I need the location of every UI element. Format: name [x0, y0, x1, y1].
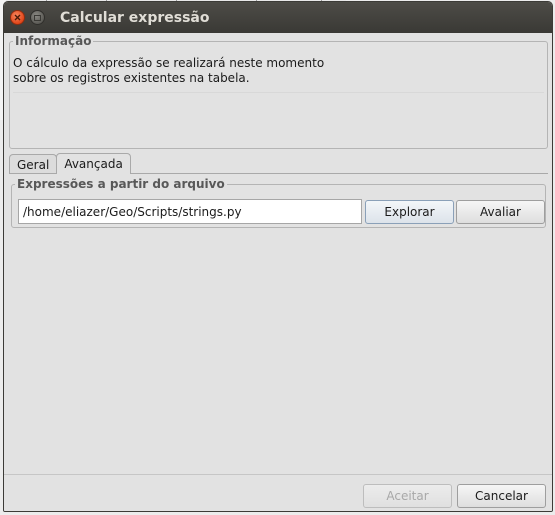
cancel-button[interactable]: Cancelar	[457, 484, 546, 508]
info-legend: Informação	[13, 34, 94, 48]
script-path-input[interactable]	[18, 199, 362, 224]
title-bar[interactable]: Calcular expressão	[4, 2, 552, 33]
footer-separator	[4, 474, 552, 475]
tab-avancada[interactable]: Avançada	[56, 153, 131, 174]
accept-button[interactable]: Aceitar	[363, 484, 452, 508]
explore-button[interactable]: Explorar	[365, 200, 454, 224]
info-line-2: sobre os registros existentes na tabela.	[13, 71, 250, 85]
info-line-1: O cálculo da expressão se realizará nest…	[13, 56, 325, 70]
expressions-legend: Expressões a partir do arquivo	[15, 177, 227, 191]
expressions-group: Expressões a partir do arquivo Explorar …	[11, 177, 546, 228]
minimize-icon[interactable]	[30, 10, 45, 25]
dialog-window: Calcular expressão Informação O cálculo …	[3, 1, 553, 512]
dialog-content: Informação O cálculo da expressão se rea…	[4, 33, 552, 511]
tab-bar: Geral Avançada	[9, 153, 131, 174]
info-message: O cálculo da expressão se realizará nest…	[13, 56, 324, 86]
evaluate-button[interactable]: Avaliar	[456, 200, 545, 224]
info-group: Informação O cálculo da expressão se rea…	[9, 34, 548, 149]
close-icon[interactable]	[10, 10, 25, 25]
window-title: Calcular expressão	[60, 9, 210, 26]
tab-panel-avancada: Expressões a partir do arquivo Explorar …	[9, 173, 548, 493]
info-text-area	[13, 92, 544, 146]
tab-geral[interactable]: Geral	[9, 154, 58, 174]
